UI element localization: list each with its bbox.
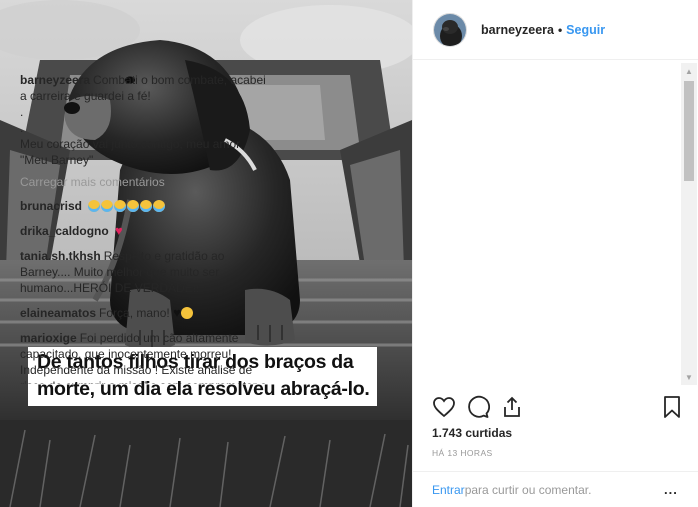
crying-face-icon [153,200,166,212]
comment-text: Força, mano! [99,306,170,320]
post-header: barneyzeera • Seguir [413,0,698,60]
comment-item: brunacrisd [20,198,270,214]
caption-username[interactable]: barneyzeera [20,73,90,87]
scroll-up-arrow-icon[interactable]: ▲ [681,63,697,79]
caption-line-4: Meu coração vai junto contigo, meu amor.… [20,137,243,167]
share-icon[interactable] [500,395,526,421]
comment-item: elaineamatos Força, mano! ♥ [20,305,270,321]
crying-face-icon [114,200,127,212]
comment-item: marioxige Foi perdido um cão altamente ca… [20,330,270,384]
login-prompt-text: para curtir ou comentar. [464,482,592,497]
crying-face-emoji-group [88,199,166,213]
load-more-comments-button[interactable]: Carregar mais comentários [20,174,270,190]
avatar[interactable] [433,12,467,47]
likes-count[interactable]: 1.743 curtidas [432,426,512,440]
comment-username[interactable]: tania.sh.tkhsh [20,249,101,263]
comment-item: tania.sh.tkhsh Respeito e gratidão ao Bar… [20,248,270,296]
sad-face-icon [180,307,193,319]
speech-bubble-icon[interactable] [466,395,492,421]
red-heart-icon: ♥ [115,223,123,238]
comment-username[interactable]: elaineamatos [20,306,96,320]
follow-button[interactable]: Seguir [566,23,605,37]
post-actions [432,395,682,423]
comment-username[interactable]: drika_caldogno [20,224,109,238]
scroll-down-arrow-icon[interactable]: ▼ [681,369,697,385]
comment-username[interactable]: marioxige [20,331,77,345]
login-link[interactable]: Entrar [432,483,465,497]
post-timestamp[interactable]: HÁ 13 HORAS [432,448,493,458]
black-heart-icon: ♥ [173,305,181,320]
comment-username[interactable]: brunacrisd [20,199,82,213]
avatar-image [434,13,466,46]
comments-scrollbar[interactable]: ▲ ▼ [681,63,697,385]
caption-line-2: . [20,105,24,119]
header-username[interactable]: barneyzeera [481,23,554,37]
caption-line-3: . [20,121,24,135]
comments-list[interactable]: barneyzeera Combati o bom combate, acabei… [20,72,270,384]
more-options-button[interactable]: ... [664,482,678,497]
crying-face-icon [101,200,114,212]
heart-outline-icon[interactable] [432,395,458,421]
crying-face-icon [88,200,101,212]
post-caption: barneyzeera Combati o bom combate, acabei… [20,72,270,168]
header-separator: • [557,22,563,37]
comment-item: drika_caldogno ♥ [20,223,270,239]
add-comment-bar: Entrar para curtir ou comentar. [413,471,698,507]
scroll-thumb[interactable] [684,81,694,181]
crying-face-icon [140,200,153,212]
crying-face-icon [127,200,140,212]
bookmark-icon[interactable] [660,395,686,421]
